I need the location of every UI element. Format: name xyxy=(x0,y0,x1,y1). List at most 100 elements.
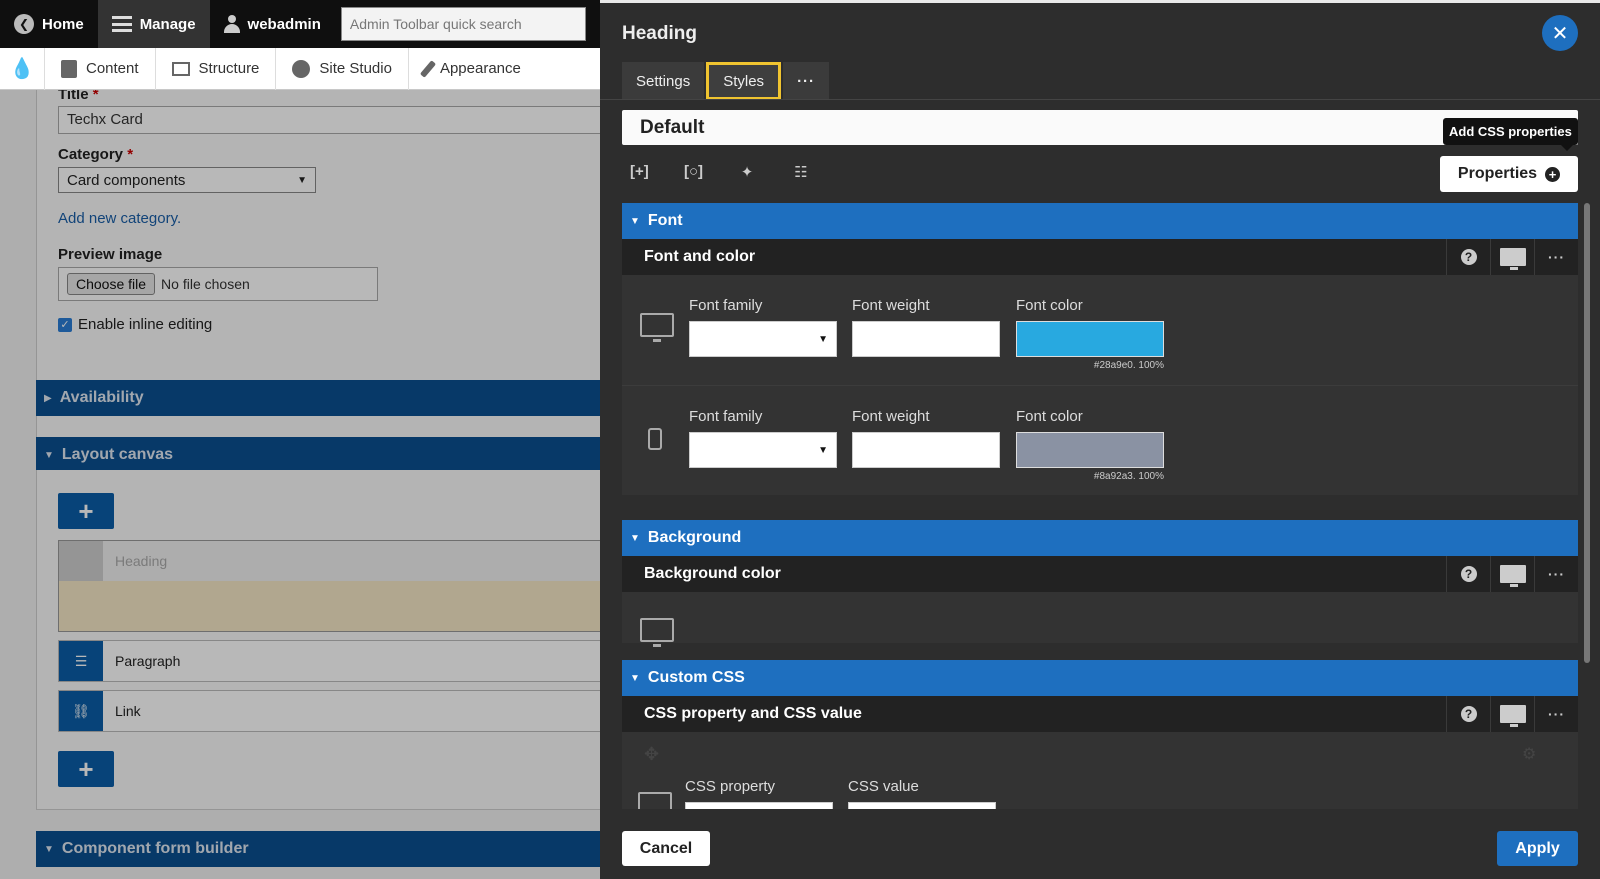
toolbar-home[interactable]: ❮ Home xyxy=(0,0,98,48)
subnav-item-content[interactable]: Content xyxy=(44,47,155,90)
background-group-tools: ? ··· xyxy=(1446,556,1578,592)
caret-down-icon: ▼ xyxy=(818,445,828,456)
category-select[interactable]: Card components ▼ xyxy=(58,167,316,193)
custom-css-breakpoint-button[interactable] xyxy=(1490,696,1534,732)
canvas-link-label: Link xyxy=(115,703,141,719)
custom-css-help-button[interactable]: ? xyxy=(1446,696,1490,732)
font-section-header[interactable]: ▼ Font xyxy=(622,203,1578,239)
font-group-tools: ? ··· xyxy=(1446,239,1578,275)
font-family-select[interactable]: ▼ xyxy=(689,321,837,357)
inline-editing-row: ✓ Enable inline editing xyxy=(58,316,212,333)
tab-styles[interactable]: Styles xyxy=(706,62,782,100)
toolbar-user-label: webadmin xyxy=(247,15,321,33)
toolbar-user[interactable]: webadmin xyxy=(209,0,335,48)
font-weight-label: Font weight xyxy=(852,297,930,314)
background-section-header[interactable]: ▼ Background xyxy=(622,520,1578,556)
background-help-button[interactable]: ? xyxy=(1446,556,1490,592)
font-more-button[interactable]: ··· xyxy=(1534,239,1578,275)
canvas-heading-element[interactable]: Heading xyxy=(58,540,600,632)
title-input[interactable]: Techx Card xyxy=(58,106,600,134)
scrollbar[interactable] xyxy=(1584,203,1590,663)
more-dots-icon: ··· xyxy=(1548,249,1565,265)
font-weight-input[interactable] xyxy=(852,321,1000,357)
default-label: Default xyxy=(640,116,705,138)
toolbar-search-input[interactable]: Admin Toolbar quick search xyxy=(340,7,586,41)
tab-settings[interactable]: Settings xyxy=(622,62,705,100)
font-and-color-header: Font and color ? ··· xyxy=(622,239,1578,275)
add-element-top-button[interactable]: + xyxy=(58,493,114,529)
preview-image-label: Preview image xyxy=(58,246,163,263)
monitor-icon xyxy=(1499,705,1526,727)
choose-file-button[interactable]: Choose file xyxy=(67,273,156,295)
settings-gear-icon[interactable]: ⚙ xyxy=(1522,744,1536,764)
css-property-value-label: CSS property and CSS value xyxy=(644,705,862,722)
background-more-button[interactable]: ··· xyxy=(1534,556,1578,592)
caret-down-icon: ▼ xyxy=(630,532,640,544)
modal-footer: Cancel Apply xyxy=(600,809,1600,879)
subnav-item-label: Content xyxy=(86,60,139,77)
subnav-item-structure[interactable]: Structure xyxy=(154,47,276,90)
caret-down-icon: ▼ xyxy=(297,174,307,186)
font-family-label: Font family xyxy=(689,408,763,425)
toolbar-search-placeholder: Admin Toolbar quick search xyxy=(349,16,522,32)
custom-css-more-button[interactable]: ··· xyxy=(1534,696,1578,732)
apply-button[interactable]: Apply xyxy=(1497,831,1578,866)
expand-all-icon[interactable]: [+] xyxy=(630,163,649,181)
breakpoint-default-bar[interactable]: Default xyxy=(622,110,1578,145)
properties-button-label: Properties xyxy=(1457,165,1538,182)
subnav-item-appearance[interactable]: Appearance xyxy=(407,47,537,90)
canvas-paragraph-element[interactable]: ☰ Paragraph xyxy=(58,640,600,682)
more-dots-icon: ··· xyxy=(1548,566,1565,582)
properties-button[interactable]: Properties + xyxy=(1440,156,1578,192)
toolbar-manage[interactable]: Manage xyxy=(97,0,210,48)
canvas-link-element[interactable]: ⛓ Link xyxy=(58,690,600,732)
font-and-color-label: Font and color xyxy=(644,248,756,265)
font-mobile-row: Font family ▼ Font weight Font color #8a… xyxy=(622,385,1578,495)
add-category-link[interactable]: Add new category. xyxy=(58,210,181,227)
desktop-icon xyxy=(638,792,672,809)
custom-css-section-header[interactable]: ▼ Custom CSS xyxy=(622,660,1578,696)
font-help-button[interactable]: ? xyxy=(1446,239,1490,275)
monitor-icon xyxy=(1499,248,1526,270)
title-input-value: Techx Card xyxy=(67,111,143,128)
background-breakpoint-button[interactable] xyxy=(1490,556,1534,592)
component-form-builder-accordion[interactable]: ▼ Component form builder xyxy=(36,831,600,867)
cancel-button[interactable]: Cancel xyxy=(622,831,710,866)
mobile-icon xyxy=(648,428,662,450)
add-element-bottom-button[interactable]: + xyxy=(58,751,114,787)
background-section-label: Background xyxy=(647,529,742,546)
list-icon[interactable]: ☷ xyxy=(792,163,810,181)
collapse-all-icon[interactable]: [○] xyxy=(684,163,703,181)
font-family-select[interactable]: ▼ xyxy=(689,432,837,468)
add-css-properties-tooltip: Add CSS properties xyxy=(1443,118,1578,151)
document-icon xyxy=(61,59,77,78)
inline-editing-checkbox[interactable]: ✓ xyxy=(58,317,72,332)
caret-down-icon: ▼ xyxy=(630,215,640,227)
no-file-text: No file chosen xyxy=(161,276,250,292)
link-icon: ⛓ xyxy=(59,691,103,731)
drupal-logo-icon[interactable]: 💧 xyxy=(0,48,44,90)
layout-canvas-accordion[interactable]: ▼ Layout canvas xyxy=(36,437,600,473)
title-label: Title * xyxy=(58,90,99,103)
font-breakpoint-button[interactable] xyxy=(1490,239,1534,275)
drag-handle-icon[interactable]: ✥ xyxy=(644,744,659,765)
help-icon: ? xyxy=(1460,249,1477,265)
background-color-label: Background color xyxy=(644,565,781,582)
paragraph-icon: ☰ xyxy=(59,641,103,681)
styles-scroll-area[interactable]: ▼ Font Font and color ? ··· Font family … xyxy=(622,203,1578,809)
font-color-swatch[interactable] xyxy=(1016,432,1164,468)
subnav-item-site-studio[interactable]: Site Studio xyxy=(275,47,408,90)
desktop-icon xyxy=(640,313,674,342)
style-toolbar: [+] [○] ✦ ☷ xyxy=(630,163,810,181)
close-modal-button[interactable]: ✕ xyxy=(1542,15,1578,51)
availability-accordion[interactable]: ▶ Availability xyxy=(36,380,600,416)
css-value-input[interactable] xyxy=(848,802,996,809)
tab-more-button[interactable]: ··· xyxy=(783,62,830,100)
font-color-swatch[interactable] xyxy=(1016,321,1164,357)
background-desktop-row xyxy=(622,592,1578,647)
layout-canvas-label: Layout canvas xyxy=(61,446,174,463)
css-property-input[interactable] xyxy=(685,802,833,809)
sparkle-icon[interactable]: ✦ xyxy=(738,163,756,181)
font-weight-input[interactable] xyxy=(852,432,1000,468)
custom-css-group-tools: ? ··· xyxy=(1446,696,1578,732)
